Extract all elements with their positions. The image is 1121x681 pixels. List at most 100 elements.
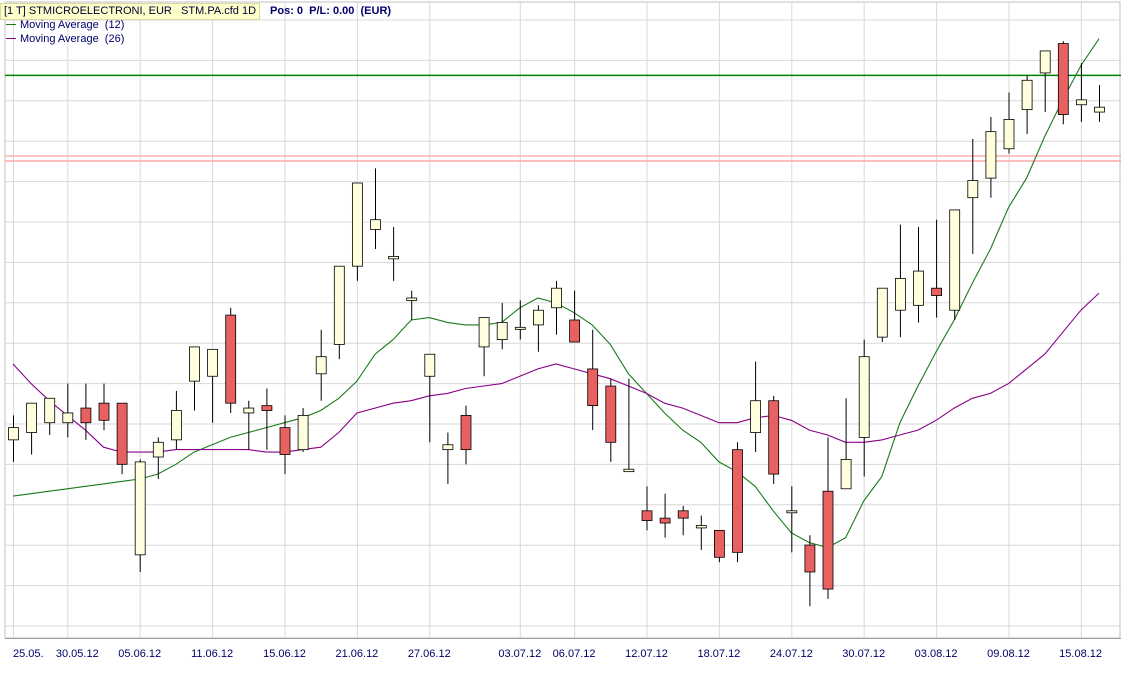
x-tick-label: 03.08.12 xyxy=(915,648,958,660)
candle-body xyxy=(1003,119,1015,150)
candle-body xyxy=(804,544,816,573)
candle-body xyxy=(370,219,381,230)
candle-body xyxy=(514,326,526,330)
ma26-swatch xyxy=(6,38,16,39)
chart-frame: 25.05. 30.05.12 05.06.12 11.06.12 15.06.12 21… xyxy=(0,0,1121,681)
candle-up xyxy=(351,182,363,281)
x-tick-label: 09.08.12 xyxy=(987,648,1030,660)
candle-body xyxy=(207,348,219,377)
candle-body xyxy=(840,459,852,490)
x-tick-label: 18.07.12 xyxy=(697,648,740,660)
candle-body xyxy=(26,402,38,433)
candle-body xyxy=(659,517,671,524)
x-tick-label: 25.05. xyxy=(13,648,44,660)
candle-body xyxy=(333,265,345,345)
candle-body xyxy=(1076,99,1087,106)
candle-body xyxy=(98,402,110,421)
candle-body xyxy=(695,525,707,529)
candle-body xyxy=(1057,43,1069,115)
x-tick-label: 12.07.12 xyxy=(625,648,668,660)
candle-body xyxy=(967,180,979,199)
candle-body xyxy=(496,322,508,340)
x-tick-label: 24.07.12 xyxy=(770,648,813,660)
candle-body xyxy=(750,400,761,433)
candle-body xyxy=(1094,106,1105,113)
instrument-title: [1 T] STMICROELECTRONI, EUR STM.PA.cfd 1… xyxy=(4,4,257,17)
candle-body xyxy=(768,400,780,475)
candle-body xyxy=(913,270,924,306)
candle-body xyxy=(587,368,599,407)
ma12-label: Moving Average (12) xyxy=(20,18,125,31)
candle-body xyxy=(533,309,544,326)
candle-body xyxy=(8,427,19,441)
x-tick-label: 15.08.12 xyxy=(1059,648,1102,660)
price-chart[interactable]: 25.05. 30.05.12 05.06.12 11.06.12 15.06.12 21… xyxy=(0,0,1121,681)
candle-body xyxy=(1039,50,1051,74)
candle-body xyxy=(478,317,490,348)
instrument-title-box[interactable]: [1 T] STMICROELECTRONI, EUR STM.PA.cfd 1… xyxy=(0,2,261,20)
legend-item-ma26[interactable]: Moving Average (26) xyxy=(6,32,124,45)
candle-up xyxy=(134,459,146,572)
candle-body xyxy=(225,314,237,404)
x-tick-label: 11.06.12 xyxy=(191,648,233,660)
candle-body xyxy=(442,444,454,451)
candle-body xyxy=(605,385,617,443)
x-tick-label: 15.06.12 xyxy=(263,648,306,660)
x-tick-label: 30.05.12 xyxy=(56,648,99,660)
candle-up xyxy=(876,287,888,343)
x-tick-label: 05.06.12 xyxy=(118,648,161,660)
candle-body xyxy=(406,297,418,301)
candle-down xyxy=(714,529,725,563)
x-tick-label: 03.07.12 xyxy=(498,648,541,660)
candle-body xyxy=(80,407,92,424)
candle-down xyxy=(1057,41,1069,125)
candle-body xyxy=(243,407,255,414)
position-pl-readout: Pos: 0 P/L: 0.00 (EUR) xyxy=(270,5,392,17)
candle-body xyxy=(623,468,635,473)
instrument-title-row[interactable]: [1 T] STMICROELECTRONI, EUR STM.PA.cfd 1… xyxy=(0,2,392,20)
candle-body xyxy=(949,209,961,311)
x-tick-label: 27.06.12 xyxy=(408,648,451,660)
candle-down xyxy=(225,307,237,413)
candle-body xyxy=(261,405,273,411)
candle-body xyxy=(822,490,834,590)
ma26-label: Moving Average (26) xyxy=(20,32,125,45)
candle-down xyxy=(116,402,128,475)
candle-body xyxy=(1021,79,1033,111)
candle-body xyxy=(134,461,146,556)
candle-body xyxy=(732,449,743,553)
plot-area xyxy=(4,1,1121,639)
candle-body xyxy=(460,414,472,451)
x-tick-label: 30.07.12 xyxy=(842,648,885,660)
candle-body xyxy=(895,278,906,311)
x-tick-label: 21.06.12 xyxy=(335,648,378,660)
candle-body xyxy=(152,441,164,458)
candle-body xyxy=(189,346,200,382)
candle-body xyxy=(786,510,798,514)
candle-body xyxy=(858,356,870,438)
candle-body xyxy=(297,414,309,451)
candle-body xyxy=(424,353,436,377)
candle-body xyxy=(315,356,327,375)
candle-body xyxy=(388,255,400,260)
candle-body xyxy=(714,529,725,558)
candle-body xyxy=(279,427,291,455)
candle-body xyxy=(641,510,653,521)
candle-body xyxy=(62,412,74,424)
x-axis: 25.05. 30.05.12 05.06.12 11.06.12 15.06.12 21… xyxy=(5,638,1121,660)
candle-body xyxy=(677,510,689,519)
legend-item-ma12[interactable]: Moving Average (12) xyxy=(6,18,124,31)
candle-body xyxy=(985,131,997,179)
candle-body xyxy=(116,402,128,465)
candle-body xyxy=(569,319,580,343)
candle-body xyxy=(170,410,182,441)
candle-down xyxy=(768,395,780,484)
candle-body xyxy=(931,287,942,296)
candle-body xyxy=(876,287,888,338)
ma12-swatch xyxy=(6,24,16,25)
candle-up xyxy=(949,209,961,320)
candle-body xyxy=(351,182,363,267)
candle-body xyxy=(44,397,56,424)
x-tick-label: 06.07.12 xyxy=(553,648,596,660)
candle-down xyxy=(732,442,743,563)
